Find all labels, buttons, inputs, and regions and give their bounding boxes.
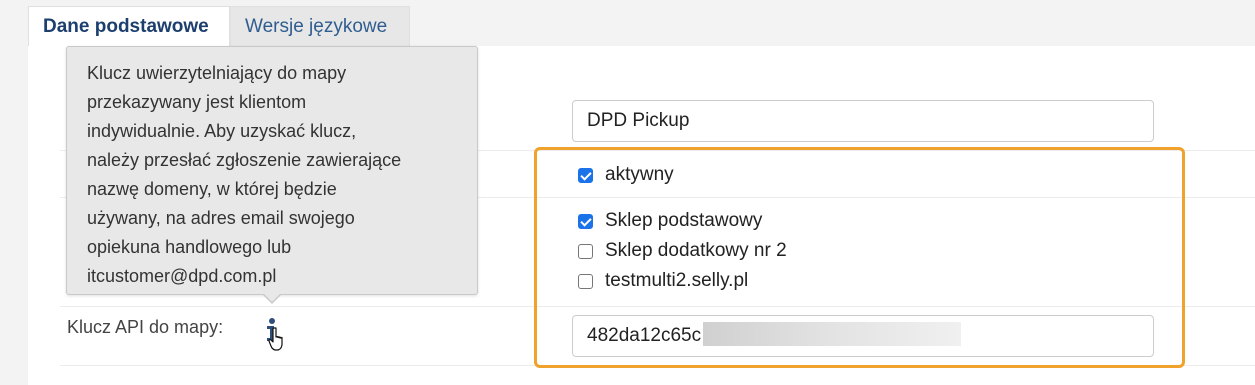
info-tooltip: Klucz uwierzytelniający do mapy przekazy…	[66, 46, 478, 295]
active-checkbox-label: aktywny	[605, 164, 674, 185]
shop-testmulti-label: testmulti2.selly.pl	[605, 270, 749, 291]
shop-checkbox-row-main[interactable]: Sklep podstawowy	[578, 210, 762, 232]
active-checkbox[interactable]	[578, 167, 593, 183]
tab-language-versions-label: Wersje językowe	[245, 16, 388, 37]
tooltip-line: opiekuna handlowego lub	[87, 237, 292, 257]
shop-checkbox-row-additional[interactable]: Sklep dodatkowy nr 2	[578, 240, 787, 262]
shop-testmulti-checkbox[interactable]	[578, 273, 593, 289]
tab-language-versions[interactable]: Wersje językowe	[230, 6, 410, 46]
row-divider	[60, 365, 1255, 366]
tab-basic-data-label: Dane podstawowe	[43, 16, 209, 37]
tooltip-line: indywidualnie. Aby uzyskać klucz,	[87, 121, 357, 141]
shop-additional-label: Sklep dodatkowy nr 2	[605, 240, 787, 261]
tooltip-line: używany, na adres email swojego	[87, 208, 355, 228]
info-icon[interactable]	[261, 315, 287, 353]
tooltip-line: Klucz uwierzytelniający do mapy	[87, 63, 347, 83]
row-divider	[60, 306, 1255, 307]
tooltip-line: nazwę domeny, w której będzie	[87, 179, 337, 199]
shop-additional-checkbox[interactable]	[578, 243, 593, 259]
tooltip-line: należy przesłać zgłoszenie zawierające	[87, 150, 402, 170]
tooltip-arrow	[262, 293, 282, 304]
active-checkbox-row[interactable]: aktywny	[578, 164, 674, 186]
shop-main-checkbox[interactable]	[578, 213, 593, 229]
name-input[interactable]	[572, 100, 1154, 142]
shop-main-label: Sklep podstawowy	[605, 210, 763, 231]
tooltip-line: przekazywany jest klientom	[87, 92, 307, 112]
redaction-blur	[703, 322, 961, 346]
tooltip-line: itcustomer@dpd.com.pl	[87, 266, 277, 286]
tab-basic-data[interactable]: Dane podstawowe	[28, 6, 230, 46]
api-key-label: Klucz API do mapy:	[67, 317, 224, 337]
shop-checkbox-row-testmulti[interactable]: testmulti2.selly.pl	[578, 270, 748, 292]
